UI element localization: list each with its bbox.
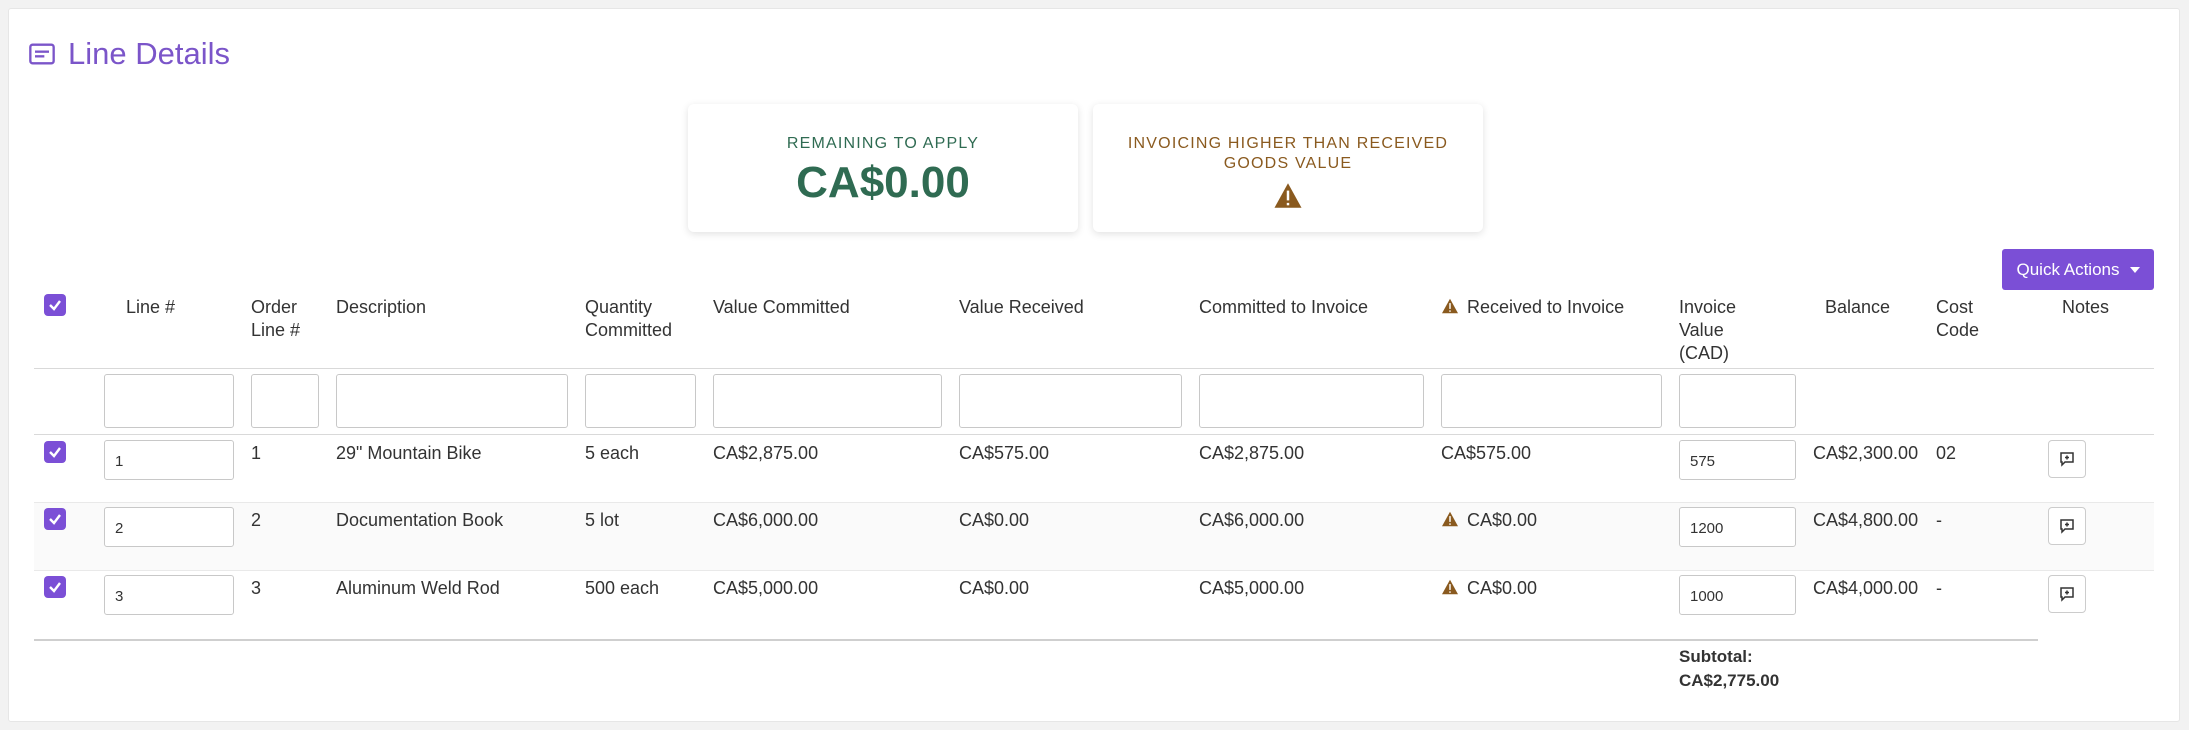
col-received-to-invoice-wrap: Received to Invoice	[1441, 296, 1624, 320]
committed-to-invoice-cell: CA$6,000.00	[1199, 510, 1305, 530]
quick-actions-button[interactable]: Quick Actions	[2002, 249, 2154, 290]
received-to-invoice-cell: CA$575.00	[1441, 443, 1532, 463]
description-cell: Aluminum Weld Rod	[336, 578, 500, 598]
balance-cell: CA$2,300.00	[1813, 443, 1919, 463]
add-note-button[interactable]	[2048, 575, 2086, 613]
row-checkbox[interactable]	[44, 576, 66, 598]
remaining-value: CA$0.00	[796, 158, 970, 207]
warning-icon	[1441, 511, 1459, 532]
value-committed-cell: CA$2,875.00	[713, 443, 819, 463]
row-checkbox[interactable]	[44, 508, 66, 530]
value-committed-cell: CA$6,000.00	[713, 510, 819, 530]
col-value-committed: Value Committed	[713, 297, 850, 317]
header-divider	[34, 368, 2154, 369]
add-note-button[interactable]	[2048, 507, 2086, 545]
comment-plus-icon	[2060, 452, 2074, 467]
committed-to-invoice-cell: CA$5,000.00	[1199, 578, 1305, 598]
order-line-cell: 3	[251, 578, 262, 598]
subtotal-value: CA$2,775.00	[1679, 671, 1780, 690]
filter-line[interactable]	[104, 374, 234, 428]
warning-icon	[1441, 579, 1459, 600]
value-received-cell: CA$575.00	[959, 443, 1050, 463]
received-to-invoice-cell: CA$0.00	[1467, 510, 1538, 530]
quick-actions-label: Quick Actions	[2016, 259, 2120, 279]
filter-invoice-value[interactable]	[1679, 374, 1796, 428]
balance-cell: CA$4,800.00	[1813, 510, 1919, 530]
col-balance: Balance	[1825, 297, 1891, 317]
value-received-cell: CA$0.00	[959, 510, 1030, 530]
filter-order-line[interactable]	[251, 374, 319, 428]
remaining-label: REMAINING TO APPLY	[786, 135, 980, 152]
filter-committed-to-invoice[interactable]	[1199, 374, 1424, 428]
check-icon	[49, 582, 61, 593]
col-invoice-value: Invoice Value (CAD)	[1679, 297, 1737, 363]
received-to-invoice-wrap: CA$0.00	[1441, 578, 1537, 600]
col-quantity: Quantity Committed	[585, 297, 673, 340]
invoice-value-input[interactable]: 1200	[1679, 507, 1796, 547]
quantity-cell: 500 each	[585, 578, 660, 598]
line-number-input[interactable]: 2	[104, 507, 234, 547]
chevron-down-icon	[2129, 266, 2140, 273]
value-committed-cell: CA$5,000.00	[713, 578, 819, 598]
received-to-invoice-wrap: CA$0.00	[1441, 510, 1537, 532]
warning-icon	[1441, 297, 1459, 320]
quantity-cell: 5 each	[585, 443, 640, 463]
list-card-icon	[29, 43, 55, 65]
check-icon	[49, 447, 61, 458]
col-cost-code: Cost Code	[1936, 297, 1980, 340]
line-number-input[interactable]: 1	[104, 440, 234, 480]
cost-code-cell: 02	[1936, 443, 1957, 463]
committed-to-invoice-cell: CA$2,875.00	[1199, 443, 1305, 463]
filter-received-to-invoice[interactable]	[1441, 374, 1662, 428]
description-cell: Documentation Book	[336, 510, 504, 530]
col-value-received: Value Received	[959, 297, 1084, 317]
check-icon	[49, 300, 61, 311]
balance-cell: CA$4,000.00	[1813, 578, 1919, 598]
cost-code-cell: -	[1936, 510, 1942, 530]
filter-quantity[interactable]	[585, 374, 696, 428]
filter-value-committed[interactable]	[713, 374, 942, 428]
col-received-to-invoice: Received to Invoice	[1467, 297, 1625, 317]
invoicing-warning-card: INVOICING HIGHER THAN RECEIVED GOODS VAL…	[1093, 104, 1483, 232]
value-received-cell: CA$0.00	[959, 578, 1030, 598]
filter-value-received[interactable]	[959, 374, 1182, 428]
invoice-value-input[interactable]: 1000	[1679, 575, 1796, 615]
received-to-invoice-cell: CA$0.00	[1467, 578, 1538, 598]
add-note-button[interactable]	[2048, 440, 2086, 478]
col-notes: Notes	[2062, 297, 2110, 317]
invoice-value-input[interactable]: 575	[1679, 440, 1796, 480]
section-title-text: Line Details	[68, 36, 230, 71]
description-cell: 29" Mountain Bike	[336, 443, 482, 463]
comment-plus-icon	[2060, 587, 2074, 602]
col-description: Description	[336, 297, 427, 317]
subtotal: Subtotal: CA$2,775.00	[1679, 645, 1779, 693]
col-committed-to-invoice: Committed to Invoice	[1199, 297, 1369, 317]
col-line: Line #	[126, 297, 176, 317]
line-number-input[interactable]: 3	[104, 575, 234, 615]
row-checkbox[interactable]	[44, 441, 66, 463]
check-icon	[49, 514, 61, 525]
warning-label: INVOICING HIGHER THAN RECEIVED GOODS VAL…	[1127, 135, 1449, 172]
footer-divider	[34, 639, 2038, 641]
order-line-cell: 1	[251, 443, 262, 463]
section-title: Line Details	[28, 36, 230, 72]
select-all-checkbox[interactable]	[44, 294, 66, 316]
subtotal-label: Subtotal:	[1679, 647, 1753, 666]
filter-description[interactable]	[336, 374, 568, 428]
cost-code-cell: -	[1936, 578, 1942, 598]
col-order-line: Order Line #	[251, 297, 301, 340]
warning-icon	[1273, 182, 1303, 214]
order-line-cell: 2	[251, 510, 262, 530]
comment-plus-icon	[2060, 519, 2074, 534]
remaining-to-apply-card: REMAINING TO APPLY CA$0.00	[688, 104, 1078, 232]
quantity-cell: 5 lot	[585, 510, 620, 530]
